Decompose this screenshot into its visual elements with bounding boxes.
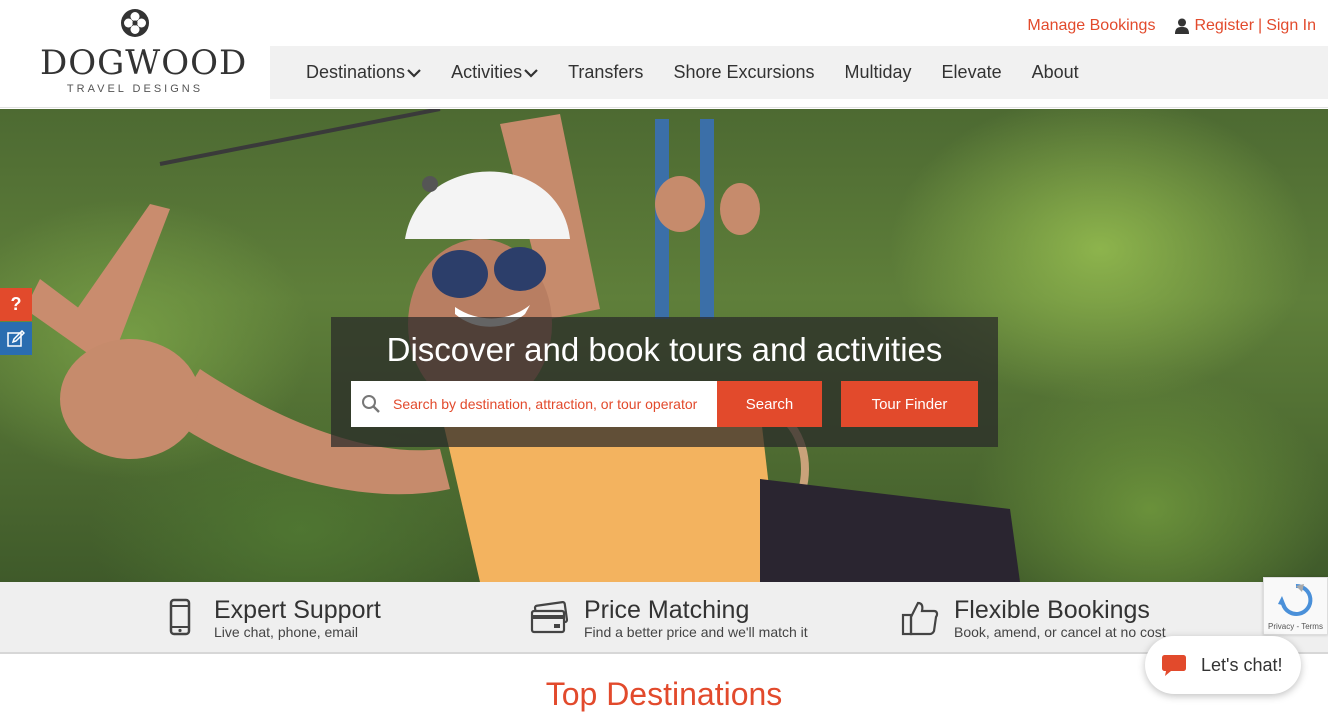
register-link[interactable]: Register [1194, 17, 1254, 35]
credit-card-icon [530, 601, 569, 634]
feature-title: Flexible Bookings [954, 596, 1150, 624]
chat-bubble-icon [1162, 655, 1186, 676]
nav-activities[interactable]: Activities [451, 62, 538, 83]
dogwood-flower-icon [121, 9, 149, 37]
site-header: DOGWOOD TRAVEL DESIGNS Manage Bookings R… [0, 0, 1328, 108]
nav-label: Activities [451, 62, 523, 82]
phone-icon [169, 598, 191, 636]
feature-subtitle: Live chat, phone, email [214, 624, 358, 640]
hero-title: Discover and book tours and activities [386, 331, 943, 368]
feature-title: Price Matching [584, 596, 750, 624]
feature-price-matching: Price Matching Find a better price and w… [530, 582, 808, 654]
feature-flexible-bookings: Flexible Bookings Book, amend, or cancel… [900, 582, 1166, 654]
feature-title: Expert Support [214, 596, 381, 624]
chevron-down-icon [524, 68, 538, 78]
features-bar: Expert Support Live chat, phone, email P… [0, 582, 1328, 654]
chat-label: Let's chat! [1201, 654, 1283, 675]
top-links: Manage Bookings Register | Sign In [1027, 17, 1316, 35]
chevron-down-icon [407, 68, 421, 78]
nav-destinations[interactable]: Destinations [306, 62, 421, 83]
thumbs-up-icon [901, 601, 939, 636]
feature-expert-support: Expert Support Live chat, phone, email [160, 582, 381, 654]
section-heading-top-destinations: Top Destinations [545, 676, 783, 712]
site-logo[interactable]: DOGWOOD TRAVEL DESIGNS [40, 6, 248, 96]
search-button[interactable]: Search [717, 381, 822, 427]
nav-transfers[interactable]: Transfers [568, 62, 643, 83]
logo-tagline: TRAVEL DESIGNS [66, 83, 204, 95]
nav-shore-excursions[interactable]: Shore Excursions [673, 62, 814, 83]
feature-subtitle: Find a better price and we'll match it [584, 624, 808, 640]
link-separator: | [1258, 17, 1263, 34]
logo-name: DOGWOOD [40, 43, 248, 83]
sign-in-link[interactable]: Sign In [1266, 17, 1316, 35]
recaptcha-icon [1278, 583, 1313, 616]
search-panel: Discover and book tours and activities S… [331, 317, 998, 447]
nav-elevate[interactable]: Elevate [942, 62, 1002, 83]
search-input[interactable] [393, 396, 713, 412]
nav-label: Destinations [306, 62, 406, 82]
tour-finder-button[interactable]: Tour Finder [841, 381, 978, 427]
user-icon [1175, 18, 1190, 34]
search-icon [362, 395, 380, 413]
search-box[interactable] [351, 381, 717, 427]
help-icon: ? [10, 294, 22, 314]
feedback-tab[interactable] [0, 322, 32, 355]
recaptcha-links[interactable]: Privacy - Terms [1268, 622, 1323, 631]
main-nav: Destinations Activities Transfers Shore … [270, 46, 1328, 99]
edit-icon [7, 329, 25, 347]
recaptcha-badge[interactable]: Privacy - Terms [1263, 577, 1328, 635]
manage-bookings-link[interactable]: Manage Bookings [1027, 17, 1155, 35]
nav-about[interactable]: About [1032, 62, 1079, 83]
nav-multiday[interactable]: Multiday [845, 62, 912, 83]
feature-subtitle: Book, amend, or cancel at no cost [954, 624, 1166, 640]
help-tab[interactable]: ? [0, 288, 32, 321]
